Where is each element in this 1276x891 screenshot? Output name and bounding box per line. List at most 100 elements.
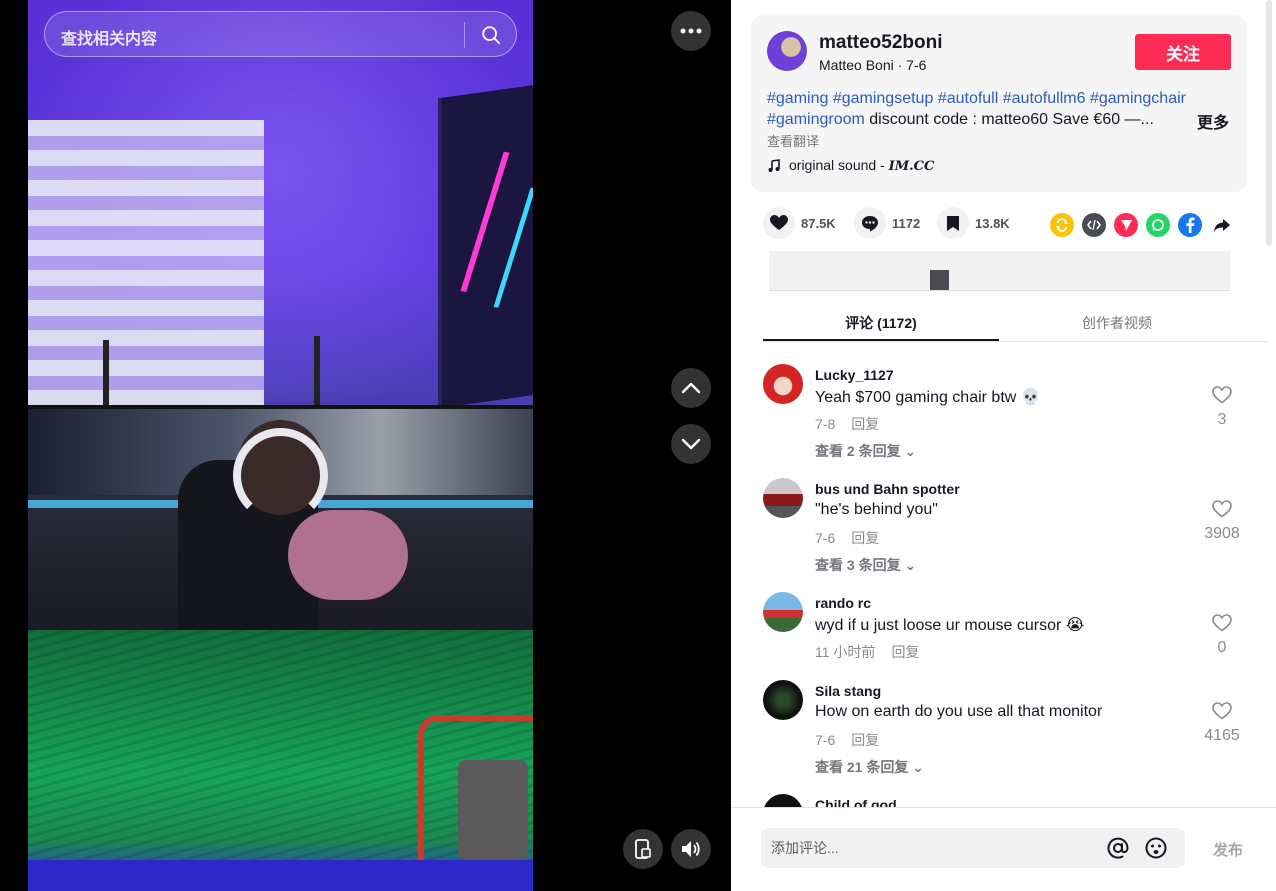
comment-action[interactable]: 1172	[854, 207, 920, 239]
comment-input-wrapper[interactable]	[761, 828, 1185, 868]
more-share-button[interactable]	[1210, 213, 1234, 237]
heart-outline-icon[interactable]	[1212, 702, 1232, 720]
embed-icon	[1087, 219, 1101, 231]
tab-creator-videos[interactable]: 创作者视频	[999, 313, 1235, 333]
comment-count: 1172	[892, 215, 921, 231]
search-bar[interactable]: 查找相关内容	[44, 11, 517, 57]
expand-description-button[interactable]: 更多	[1193, 109, 1230, 133]
comment-username[interactable]: rando rc	[815, 595, 871, 611]
avatar[interactable]	[763, 680, 803, 720]
heart-outline-icon[interactable]	[1212, 386, 1232, 404]
more-options-button[interactable]	[671, 11, 711, 51]
comment-input-bar: 发布	[731, 807, 1276, 891]
avatar[interactable]	[763, 478, 803, 518]
translate-link[interactable]: 查看翻译	[767, 131, 819, 150]
comment-username[interactable]: Lucky_1127	[815, 367, 894, 383]
comment-icon	[862, 215, 878, 231]
sound-title: original sound -	[789, 157, 889, 173]
avatar[interactable]	[763, 592, 803, 632]
like-action[interactable]: 87.5K	[763, 207, 836, 239]
comment-button[interactable]	[854, 207, 886, 239]
comment-date: 7-6	[815, 530, 836, 546]
volume-button[interactable]	[671, 829, 711, 869]
search-input[interactable]: 查找相关内容	[61, 25, 157, 49]
emoji-button[interactable]	[1145, 837, 1167, 864]
view-replies-button[interactable]: 查看 21 条回复 ⌄	[815, 757, 924, 777]
heart-outline-icon[interactable]	[1212, 500, 1232, 518]
facebook-icon	[1186, 217, 1195, 233]
search-button[interactable]	[473, 18, 509, 52]
hashtag-link[interactable]: #autofullm6	[1003, 90, 1086, 107]
app-root: 查找相关内容 matteo52boni Matteo Boni · 7-6 关注…	[0, 0, 1276, 891]
copy-link-bar[interactable]	[769, 251, 1230, 291]
author-username[interactable]: matteo52boni	[819, 32, 943, 54]
comment-date: 7-6	[815, 732, 836, 748]
comment-like[interactable]: 0	[1201, 614, 1243, 657]
mention-button[interactable]	[1107, 837, 1129, 864]
comment-username[interactable]: Sila stang	[815, 683, 881, 699]
hashtag-link[interactable]: #autofull	[938, 90, 999, 107]
post-comment-button[interactable]: 发布	[1213, 839, 1243, 860]
search-divider	[464, 22, 465, 48]
reply-button[interactable]: 回复	[851, 732, 879, 748]
view-replies-button[interactable]: 查看 2 条回复 ⌄	[815, 441, 916, 461]
comment-username[interactable]: bus und Bahn spotter	[815, 481, 960, 497]
comment-like[interactable]: 4165	[1201, 702, 1243, 745]
comment-date: 11 小时前	[815, 644, 876, 660]
hashtag-link[interactable]: #gamingsetup	[833, 90, 934, 107]
hashtag-link[interactable]: #gamingchair	[1090, 90, 1186, 107]
tab-comments[interactable]: 评论 (1172)	[763, 313, 999, 333]
reply-button[interactable]: 回复	[851, 416, 879, 432]
next-video-button[interactable]	[671, 424, 711, 464]
video-content	[438, 81, 533, 409]
author-avatar[interactable]	[767, 31, 807, 71]
video-content	[314, 336, 320, 406]
chevron-up-icon	[681, 382, 701, 394]
volume-icon	[682, 841, 700, 857]
hashtag-link[interactable]: #gaming	[767, 90, 828, 107]
like-count: 87.5K	[801, 215, 836, 231]
comment-text: wyd if u just loose ur mouse cursor 😭	[815, 617, 1085, 634]
video-content	[28, 120, 264, 420]
reply-button[interactable]: 回复	[851, 530, 879, 546]
like-button[interactable]	[763, 207, 795, 239]
previous-video-button[interactable]	[671, 368, 711, 408]
follow-button[interactable]: 关注	[1135, 34, 1231, 70]
comment-text: Yeah $700 gaming chair btw 💀	[815, 389, 1041, 406]
heart-outline-icon[interactable]	[1212, 614, 1232, 632]
share-arrow-icon	[1214, 218, 1230, 232]
repost-icon	[1056, 218, 1068, 232]
tab-bar: 评论 (1172) 创作者视频	[763, 301, 1268, 342]
send-icon	[1120, 219, 1132, 231]
panel-scrollbar[interactable]	[1266, 0, 1272, 246]
view-replies-button[interactable]: 查看 3 条回复 ⌄	[815, 555, 916, 575]
description-text: discount code : matteo60 Save €60 —...	[864, 111, 1154, 128]
avatar[interactable]	[763, 364, 803, 404]
embed-button[interactable]	[1082, 213, 1106, 237]
picture-in-picture-button[interactable]	[623, 829, 663, 869]
video-player[interactable]	[28, 0, 533, 891]
comment-input[interactable]	[771, 828, 1101, 868]
comment-date: 7-8	[815, 416, 836, 432]
repost-button[interactable]	[1050, 213, 1074, 237]
link-bar-handle[interactable]	[930, 270, 949, 290]
facebook-button[interactable]	[1178, 213, 1202, 237]
sound-brand: IM.CC	[888, 159, 935, 174]
active-tab-indicator	[763, 339, 999, 341]
avatar[interactable]	[763, 794, 803, 807]
author-subtitle: Matteo Boni · 7-6	[819, 57, 927, 73]
save-button[interactable]	[937, 207, 969, 239]
comment-like[interactable]: 3908	[1201, 500, 1243, 543]
comment-like-count: 0	[1217, 639, 1227, 656]
hashtag-link[interactable]: #gamingroom	[767, 111, 865, 128]
save-action[interactable]: 13.8K	[937, 207, 1010, 239]
chevron-down-icon	[681, 438, 701, 450]
reply-button[interactable]: 回复	[891, 644, 919, 660]
comment-username[interactable]: Child of god	[815, 797, 897, 807]
comment-like[interactable]: 3	[1201, 386, 1243, 429]
send-button[interactable]	[1114, 213, 1138, 237]
sound-link[interactable]: original sound - IM.CC	[767, 157, 934, 174]
comment-meta: 11 小时前 回复	[815, 642, 919, 662]
whatsapp-button[interactable]	[1146, 213, 1170, 237]
comment-meta: 7-6 回复	[815, 730, 879, 750]
